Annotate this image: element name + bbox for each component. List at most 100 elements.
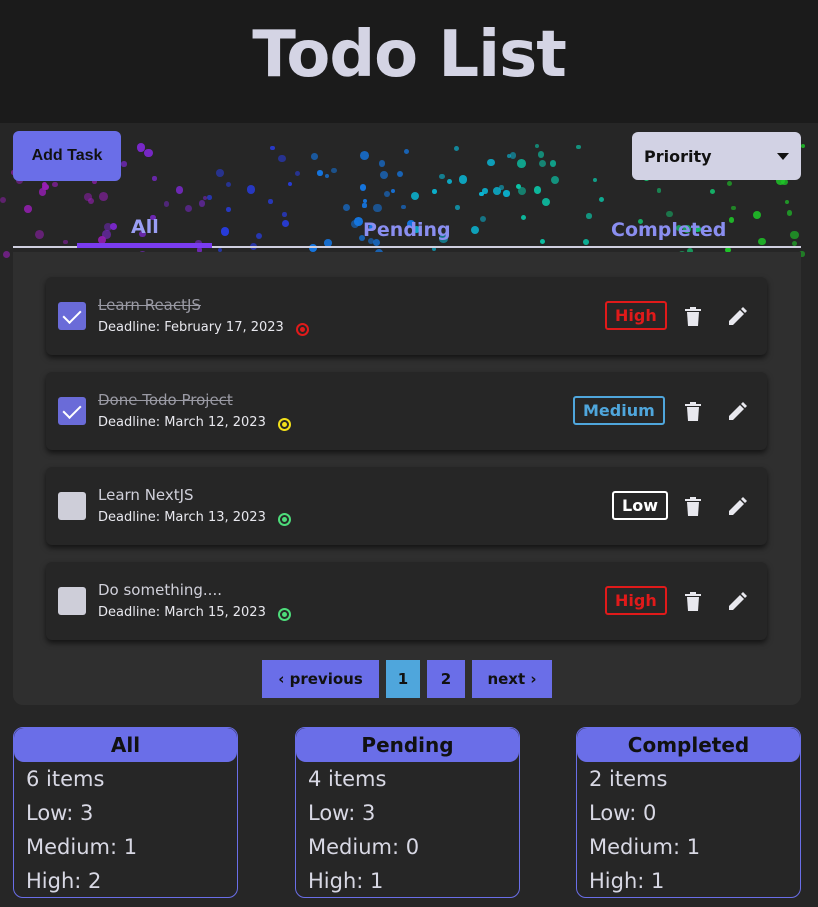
particle-dot <box>52 182 58 188</box>
delete-button[interactable] <box>683 494 703 518</box>
particle-dot <box>362 198 367 204</box>
chevron-down-icon <box>777 152 789 160</box>
particle-dot <box>510 152 517 159</box>
page-button-1[interactable]: 1 <box>386 660 420 698</box>
stats-card-title: All <box>14 728 237 762</box>
task-title: Learn ReactJS <box>98 296 201 314</box>
particle-dot <box>175 186 184 194</box>
particle-dot <box>656 188 661 193</box>
particle-dot <box>360 151 369 161</box>
particle-dot <box>325 174 330 179</box>
task-deadline-text: Deadline: March 12, 2023 <box>98 415 266 430</box>
stats-low: Low: 0 <box>589 801 657 825</box>
next-page-button[interactable]: next › <box>472 660 552 698</box>
particle-dot <box>270 146 275 151</box>
page-button-2[interactable]: 2 <box>427 660 465 698</box>
task-item: Learn NextJS Deadline: March 13, 2023 Lo… <box>46 467 767 545</box>
filter-tabs: All Pending Completed <box>13 210 801 248</box>
task-item: Done Todo Project Deadline: March 12, 20… <box>46 372 767 450</box>
particle-dot <box>551 175 560 184</box>
task-deadline-text: Deadline: March 13, 2023 <box>98 510 266 525</box>
tab-all[interactable]: All <box>131 216 159 238</box>
app-header: Todo List <box>0 0 818 123</box>
trash-icon <box>685 401 701 421</box>
particle-dot <box>499 185 504 190</box>
particle-dot <box>121 161 127 167</box>
edit-button[interactable] <box>728 304 748 328</box>
particle-dot <box>576 144 581 150</box>
particle-dot <box>268 199 273 204</box>
particle-dot <box>98 191 108 201</box>
add-task-button[interactable]: Add Task <box>13 131 121 181</box>
pencil-icon <box>729 402 747 420</box>
stats-card-all: All 6 items Low: 3 Medium: 1 High: 2 <box>13 727 238 898</box>
stats-medium: Medium: 1 <box>26 835 138 859</box>
edit-button[interactable] <box>728 589 748 613</box>
stats-card-pending: Pending 4 items Low: 3 Medium: 0 High: 1 <box>295 727 520 898</box>
stats-card-title: Pending <box>296 728 519 762</box>
stats-count: 2 items <box>589 767 668 791</box>
stats-card-title: Completed <box>577 728 800 762</box>
task-list-panel: Learn ReactJS Deadline: February 17, 202… <box>13 252 801 705</box>
particle-dot <box>383 191 390 198</box>
tab-completed[interactable]: Completed <box>611 219 726 241</box>
stats-medium: Medium: 0 <box>308 835 420 859</box>
stats-high: High: 1 <box>589 869 665 893</box>
task-deadline: Deadline: March 15, 2023 <box>98 605 291 621</box>
delete-button[interactable] <box>683 589 703 613</box>
particle-dot <box>246 185 256 194</box>
particle-dot <box>3 250 11 258</box>
pencil-icon <box>729 497 747 515</box>
particle-dot <box>380 170 389 179</box>
particle-dot <box>599 197 605 203</box>
particle-dot <box>518 186 527 195</box>
task-item: Do something.... Deadline: March 15, 202… <box>46 562 767 640</box>
task-checkbox[interactable] <box>58 302 86 330</box>
particle-dot <box>447 179 453 185</box>
particle-dot <box>378 160 385 167</box>
task-checkbox[interactable] <box>58 397 86 425</box>
stats-medium: Medium: 1 <box>589 835 701 859</box>
status-dot-icon <box>277 418 291 431</box>
particle-dot <box>453 145 460 152</box>
particle-dot <box>800 143 806 149</box>
particle-dot <box>144 148 153 158</box>
particle-dot <box>541 197 551 207</box>
particle-dot <box>535 143 540 148</box>
stats-low: Low: 3 <box>308 801 376 825</box>
particle-dot <box>432 189 437 194</box>
tab-active-indicator <box>77 243 212 248</box>
task-deadline: Deadline: March 12, 2023 <box>98 415 291 431</box>
delete-button[interactable] <box>683 399 703 423</box>
particle-dot <box>439 173 445 180</box>
particle-dot <box>359 184 367 192</box>
priority-badge: Medium <box>573 396 665 425</box>
trash-icon <box>685 496 701 516</box>
priority-select-value: Priority <box>644 146 712 166</box>
particle-dot <box>331 167 338 174</box>
particle-dot <box>503 190 510 197</box>
particle-dot <box>784 199 790 204</box>
task-checkbox[interactable] <box>58 492 86 520</box>
task-title: Do something.... <box>98 581 222 599</box>
particle-dot <box>84 192 93 201</box>
particle-dot <box>152 176 157 181</box>
particle-dot <box>592 178 598 183</box>
task-deadline: Deadline: February 17, 2023 <box>98 320 309 336</box>
edit-button[interactable] <box>728 494 748 518</box>
particle-dot <box>479 191 484 196</box>
delete-button[interactable] <box>683 304 703 328</box>
pencil-icon <box>729 592 747 610</box>
edit-button[interactable] <box>728 399 748 423</box>
particle-dot <box>709 188 716 195</box>
task-checkbox[interactable] <box>58 587 86 615</box>
particle-dot <box>294 170 300 176</box>
stats-card-completed: Completed 2 items Low: 0 Medium: 1 High:… <box>576 727 801 898</box>
tab-pending[interactable]: Pending <box>363 219 451 241</box>
previous-page-button[interactable]: ‹ previous <box>262 660 379 698</box>
stats-count: 6 items <box>26 767 105 791</box>
status-dot-icon <box>277 608 291 621</box>
status-dot-icon <box>277 513 291 526</box>
stats-count: 4 items <box>308 767 387 791</box>
priority-select[interactable]: Priority <box>632 132 801 180</box>
